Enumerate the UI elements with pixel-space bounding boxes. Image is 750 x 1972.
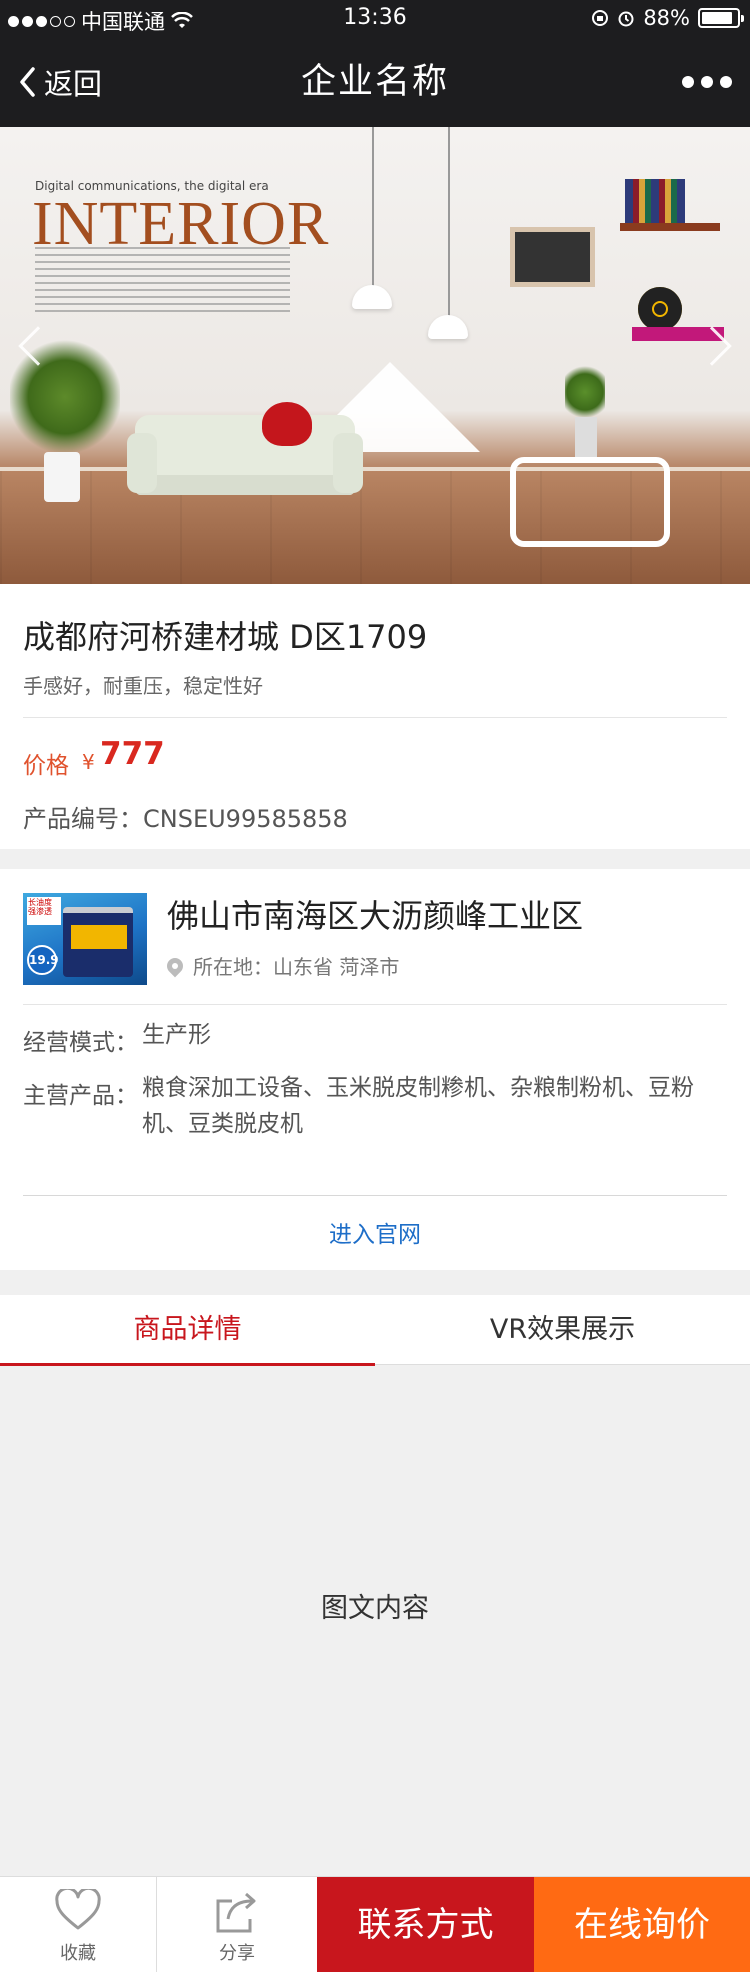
business-mode-value: 生产形 <box>142 1022 211 1048</box>
battery-percent: 88% <box>643 6 690 30</box>
more-menu-button[interactable] <box>682 37 732 127</box>
price-label: 价格 <box>23 753 69 779</box>
lamp-cord <box>448 127 450 317</box>
alarm-icon <box>618 11 634 27</box>
lamp-cord <box>372 127 374 287</box>
main-products-value: 粮食深加工设备、玉米脱皮制糁机、杂粮制粉机、豆粉机、豆类脱皮机 <box>142 1075 694 1137</box>
share-label: 分享 <box>219 1943 255 1964</box>
content-placeholder: 图文内容 <box>321 1593 429 1624</box>
tab-product-details[interactable]: 商品详情 <box>0 1295 375 1366</box>
online-inquiry-button[interactable]: 在线询价 <box>534 1877 750 1972</box>
product-title: 成都府河桥建材城 D区1709 <box>23 618 428 656</box>
banner-body-text <box>35 247 290 317</box>
divider <box>23 1195 727 1196</box>
product-code: 产品编号：CNSEU99585858 <box>23 805 348 833</box>
wall-calendar <box>510 227 595 287</box>
company-location-text: 所在地：山东省 菏泽市 <box>193 955 400 979</box>
divider <box>23 717 727 718</box>
image-price-badge: 19.9 <box>27 945 59 975</box>
page-title: 企业名称 <box>300 62 449 102</box>
location-pin-icon <box>163 954 187 977</box>
chevron-left-icon <box>20 67 35 97</box>
price-value: 777 <box>100 736 165 772</box>
main-products-label: 主营产品： <box>23 1083 138 1109</box>
heart-icon <box>55 1889 101 1930</box>
company-location: 所在地：山东省 菏泽市 <box>163 951 400 980</box>
pot-right <box>575 417 597 457</box>
favorite-label: 收藏 <box>60 1943 96 1964</box>
sofa <box>127 415 363 495</box>
detail-tabs: 商品详情 VR效果展示 <box>0 1295 750 1366</box>
banner-carousel[interactable]: Digital communications, the digital era … <box>0 127 750 584</box>
back-label: 返回 <box>44 67 103 101</box>
divider <box>23 1004 727 1005</box>
price-currency: ¥ <box>82 750 95 774</box>
tab-content-area: 图文内容 <box>0 1366 750 1876</box>
more-dot-icon <box>701 76 713 88</box>
status-bar: 中国联通 13:36 88% <box>0 0 750 37</box>
company-name: 佛山市南海区大沥颜峰工业区 <box>167 897 584 935</box>
favorite-button[interactable]: 收藏 <box>0 1877 157 1972</box>
back-button[interactable]: 返回 <box>18 37 102 127</box>
pot-left <box>44 452 80 502</box>
tab-vr-showcase[interactable]: VR效果展示 <box>375 1295 750 1365</box>
more-dot-icon <box>720 76 732 88</box>
wall-shelf <box>620 223 720 231</box>
bottom-action-bar: 收藏 分享 联系方式 在线询价 <box>0 1876 750 1972</box>
pendant-lamp <box>428 315 468 339</box>
vinyl-record <box>638 287 682 331</box>
visit-website-link[interactable]: 进入官网 <box>0 1215 750 1249</box>
contact-info-button[interactable]: 联系方式 <box>317 1877 534 1972</box>
company-product-image[interactable]: 长油度 强渗透 19.9 <box>23 893 147 985</box>
share-icon <box>216 1892 256 1933</box>
pendant-lamp <box>352 285 392 309</box>
battery-icon <box>698 8 744 28</box>
share-button[interactable]: 分享 <box>157 1877 317 1972</box>
box-shelf <box>510 457 670 547</box>
heart-pillow <box>262 402 312 446</box>
paint-can <box>63 907 133 977</box>
navigation-bar: 返回 企业名称 <box>0 37 750 127</box>
product-info-card: 成都府河桥建材城 D区1709 手感好，耐重压，稳定性好 价格 ¥ 777 产品… <box>0 584 750 849</box>
plant-right <box>565 362 605 422</box>
company-info-card: 长油度 强渗透 19.9 佛山市南海区大沥颜峰工业区 所在地：山东省 菏泽市 经… <box>0 869 750 1270</box>
product-subtitle: 手感好，耐重压，稳定性好 <box>23 674 263 698</box>
business-mode-label: 经营模式： <box>23 1030 138 1056</box>
more-dot-icon <box>682 76 694 88</box>
bookshelf-books <box>625 179 685 223</box>
rotation-lock-icon <box>592 10 609 26</box>
image-tag: 长油度 强渗透 <box>27 897 61 925</box>
